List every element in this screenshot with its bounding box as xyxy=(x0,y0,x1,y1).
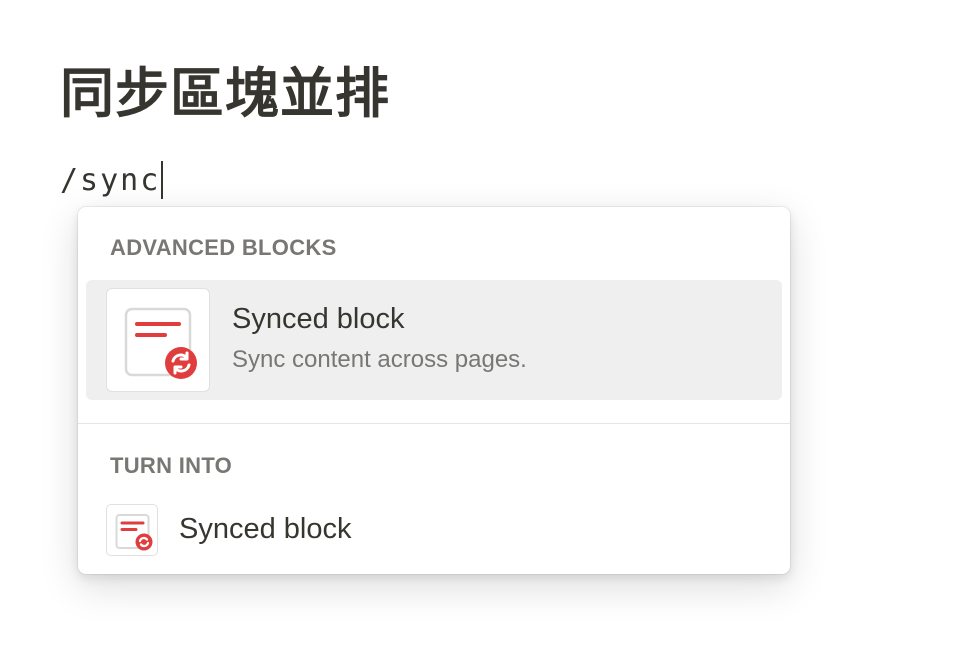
menu-item-turn-into-synced-block[interactable]: Synced block xyxy=(86,497,782,561)
editor-line[interactable]: /sync xyxy=(60,160,164,200)
menu-item-title: Synced block xyxy=(232,303,405,335)
menu-item-synced-block[interactable]: Synced block Sync content across pages. xyxy=(86,280,782,400)
text-caret xyxy=(161,161,164,199)
section-header-turn-into: TURN INTO xyxy=(110,453,233,478)
synced-block-icon xyxy=(106,504,158,556)
section-header-advanced-blocks: ADVANCED BLOCKS xyxy=(110,235,337,260)
page-title[interactable]: 同步區塊並排 xyxy=(60,58,390,130)
slash-command-menu: ADVANCED BLOCKS Synced block Sync conten… xyxy=(78,207,790,574)
section-divider xyxy=(78,423,790,424)
menu-item-title: Synced block xyxy=(179,513,352,545)
menu-item-description: Sync content across pages. xyxy=(232,346,527,373)
synced-block-icon xyxy=(106,288,210,392)
slash-command-text[interactable]: /sync xyxy=(60,163,160,198)
